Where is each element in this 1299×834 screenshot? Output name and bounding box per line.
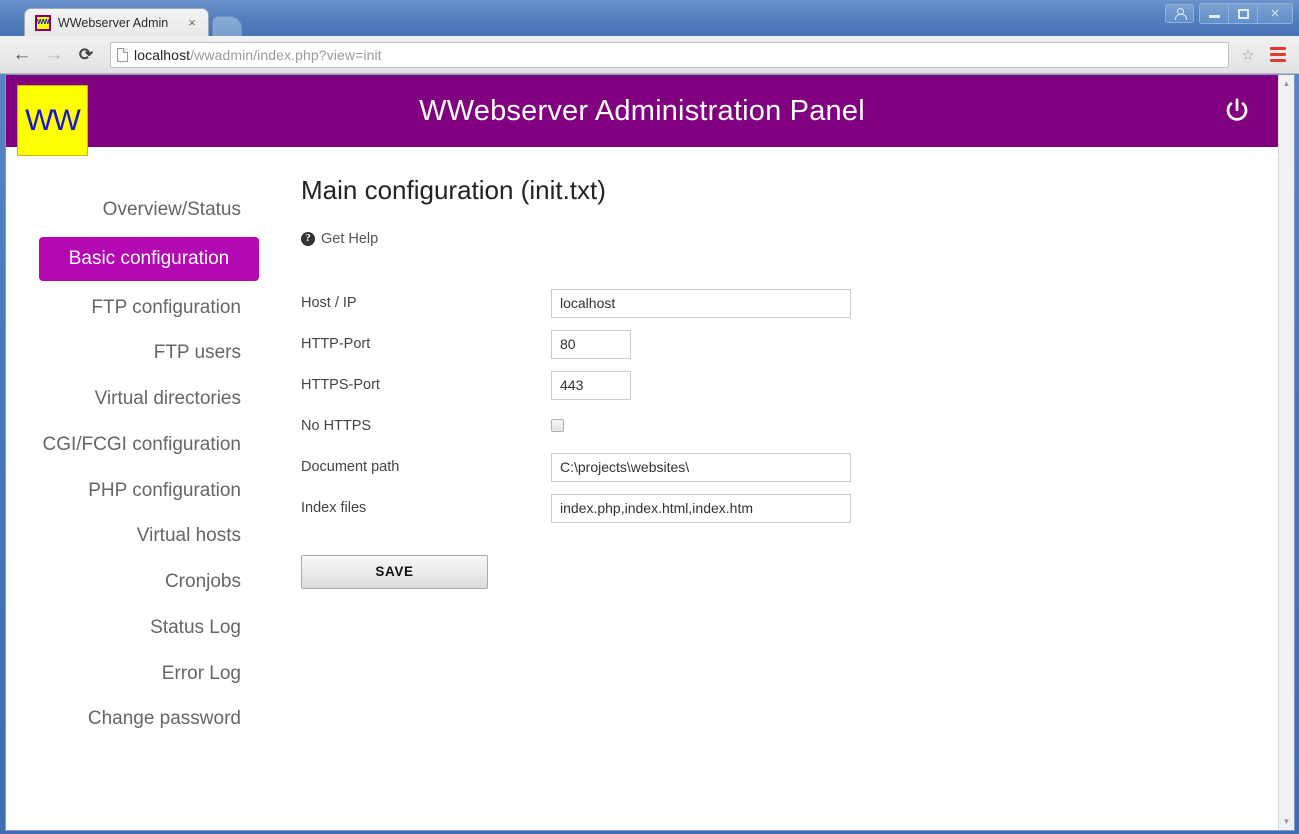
browser-titlebar: WW WWebserver Admin × ✕ — [0, 0, 1299, 36]
http-port-input[interactable] — [551, 329, 631, 359]
minimize-button[interactable] — [1200, 4, 1229, 23]
no-https-checkbox[interactable] — [551, 419, 564, 433]
field-cell-index-files — [551, 488, 851, 529]
sidebar-item-change-password[interactable]: Change password — [6, 696, 283, 742]
app-body: Overview/Status Basic configuration FTP co… — [6, 147, 1278, 742]
tab-strip: WW WWebserver Admin × — [24, 0, 242, 36]
sidebar-item-php-configuration[interactable]: PHP configuration — [6, 468, 283, 514]
new-tab-button[interactable] — [212, 16, 242, 36]
sidebar-item-ftp-users[interactable]: FTP users — [6, 330, 283, 376]
field-cell-host-ip — [551, 283, 851, 324]
sidebar-item-cronjobs[interactable]: Cronjobs — [6, 559, 283, 605]
window-button-group: ✕ — [1199, 3, 1293, 24]
help-question-icon: ? — [301, 231, 315, 246]
label-no-https: No HTTPS — [301, 418, 372, 434]
sidebar-item-cgi-fcgi-configuration[interactable]: CGI/FCGI configuration — [6, 422, 283, 468]
close-window-button[interactable]: ✕ — [1258, 4, 1292, 23]
browser-window: WW WWebserver Admin × ✕ ← → ⟳ localhost/… — [0, 0, 1299, 834]
reload-icon[interactable]: ⟳ — [74, 43, 98, 67]
bookmark-star-icon[interactable]: ☆ — [1237, 44, 1259, 66]
url-path: /wwadmin/index.php?view=init — [190, 46, 382, 63]
https-port-input[interactable] — [551, 370, 631, 400]
tab-title: WWebserver Admin — [58, 15, 169, 30]
page-viewport: WW WWebserver Administration Panel Overv… — [5, 74, 1295, 831]
sidebar-item-status-log[interactable]: Status Log — [6, 605, 283, 651]
form-row-https-port: HTTPS-Port — [301, 365, 851, 406]
sidebar-item-error-log[interactable]: Error Log — [6, 651, 283, 697]
sidebar-item-ftp-configuration[interactable]: FTP configuration — [6, 285, 283, 331]
app-header: WW WWebserver Administration Panel — [6, 75, 1278, 156]
app-logo: WW — [17, 85, 88, 156]
index-files-input[interactable] — [551, 493, 851, 523]
page-scrollbar[interactable]: ▲ ▼ — [1278, 75, 1294, 830]
content-title: Main configuration (init.txt) — [301, 175, 606, 205]
page-info-icon — [117, 47, 128, 62]
url-host: localhost — [134, 46, 191, 63]
field-cell-http-port — [551, 324, 851, 365]
config-form: Host / IP HTTP-Port HTTPS-Port No HTTPS Docu… — [301, 283, 851, 529]
sidebar-item-virtual-directories[interactable]: Virtual directories — [6, 376, 283, 422]
save-button[interactable]: SAVE — [301, 554, 488, 589]
window-controls: ✕ — [1165, 3, 1293, 24]
profile-icon[interactable] — [1165, 4, 1194, 23]
form-row-no-https: No HTTPS — [301, 406, 851, 447]
field-cell-https-port — [551, 365, 851, 406]
label-index-files: Index files — [301, 500, 367, 516]
sidebar-item-virtual-hosts[interactable]: Virtual hosts — [6, 513, 283, 559]
page-title: WWebserver Administration Panel — [419, 94, 865, 127]
sidebar-nav: Overview/Status Basic configuration FTP co… — [6, 175, 283, 742]
scroll-up-icon[interactable]: ▲ — [1279, 75, 1295, 92]
chrome-menu-icon[interactable] — [1267, 43, 1289, 67]
host-ip-input[interactable] — [551, 288, 851, 318]
wwebserver-favicon: WW — [35, 14, 51, 31]
label-host-ip: Host / IP — [301, 295, 357, 311]
form-row-index-files: Index files — [301, 488, 851, 529]
url-text: localhost/wwadmin/index.php?view=init — [134, 47, 382, 63]
sidebar-item-basic-configuration[interactable]: Basic configuration — [39, 236, 259, 281]
form-row-http-port: HTTP-Port — [301, 324, 851, 365]
browser-tab[interactable]: WW WWebserver Admin × — [24, 8, 209, 36]
label-document-path: Document path — [301, 459, 400, 475]
get-help-label: Get Help — [321, 230, 379, 247]
field-cell-no-https — [551, 406, 851, 447]
main-content: Main configuration (init.txt) ? Get Help… — [283, 175, 1278, 742]
logout-power-icon[interactable] — [1222, 96, 1252, 126]
label-http-port: HTTP-Port — [301, 336, 371, 352]
field-cell-document-path — [551, 447, 851, 488]
config-form-rows: Host / IP HTTP-Port HTTPS-Port No HTTPS Docu… — [301, 283, 851, 529]
form-row-host-ip: Host / IP — [301, 283, 851, 324]
tab-close-icon[interactable]: × — [184, 15, 200, 31]
browser-toolbar: ← → ⟳ localhost/wwadmin/index.php?view=i… — [0, 36, 1299, 74]
address-bar[interactable]: localhost/wwadmin/index.php?view=init — [110, 41, 1229, 68]
forward-icon[interactable]: → — [42, 43, 66, 67]
maximize-button[interactable] — [1229, 4, 1258, 23]
get-help-link[interactable]: ? Get Help — [301, 231, 378, 247]
scroll-down-icon[interactable]: ▼ — [1279, 813, 1295, 830]
label-https-port: HTTPS-Port — [301, 377, 380, 393]
document-path-input[interactable] — [551, 452, 851, 482]
form-row-document-path: Document path — [301, 447, 851, 488]
back-icon[interactable]: ← — [10, 43, 34, 67]
web-page: WW WWebserver Administration Panel Overv… — [6, 75, 1278, 830]
sidebar-item-overview-status[interactable]: Overview/Status — [6, 187, 283, 233]
